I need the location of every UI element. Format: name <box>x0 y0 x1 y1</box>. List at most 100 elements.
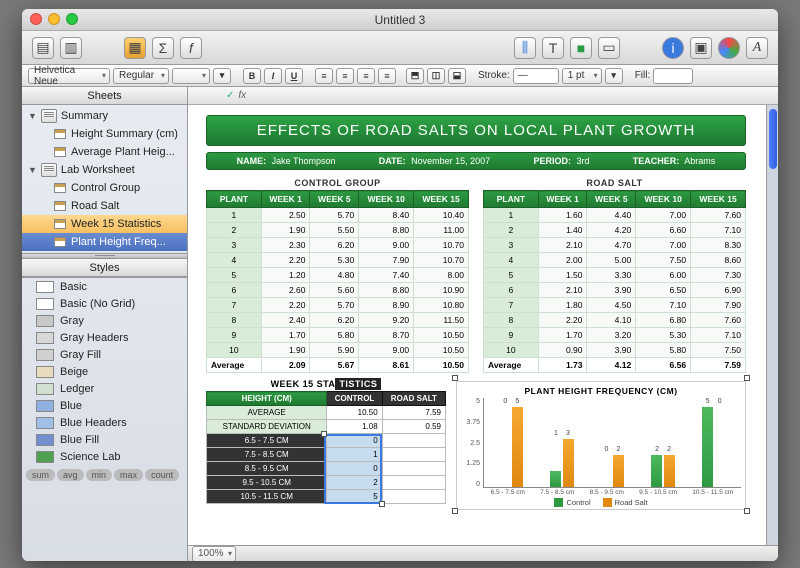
chart-button[interactable]: ⫼ <box>514 37 536 59</box>
sidebar-item[interactable]: Week 15 Statistics <box>22 215 187 233</box>
view-button[interactable]: ▤ <box>32 37 54 59</box>
shape-button[interactable]: ■ <box>570 37 592 59</box>
col-header[interactable]: WEEK 10 <box>359 191 414 208</box>
col-header[interactable]: WEEK 15 <box>691 191 746 208</box>
text-color-button[interactable]: ▾ <box>213 68 231 84</box>
col-header[interactable]: WEEK 1 <box>538 191 587 208</box>
cell[interactable]: 5.80 <box>310 328 359 343</box>
style-item[interactable]: Gray <box>22 312 187 329</box>
cell[interactable]: 6.20 <box>310 313 359 328</box>
cell[interactable]: 9 <box>484 328 539 343</box>
cell[interactable]: 7.50 <box>691 343 746 358</box>
cell[interactable]: 11.50 <box>414 313 469 328</box>
valign-mid-button[interactable]: ◫ <box>427 68 445 84</box>
col-header[interactable]: WEEK 5 <box>587 191 636 208</box>
formula-bar[interactable]: ✓ fx <box>188 87 778 105</box>
style-item[interactable]: Beige <box>22 363 187 380</box>
cell[interactable]: 4 <box>207 253 262 268</box>
cell[interactable]: 3.20 <box>587 328 636 343</box>
control-group-table[interactable]: CONTROL GROUP PLANTWEEK 1WEEK 5WEEK 10WE… <box>206 178 469 373</box>
style-item[interactable]: Science Lab <box>22 448 187 465</box>
valign-top-button[interactable]: ⬒ <box>406 68 424 84</box>
cell[interactable]: 1 <box>484 208 539 223</box>
cell[interactable]: 5.00 <box>587 253 636 268</box>
bold-button[interactable]: B <box>243 68 261 84</box>
style-item[interactable]: Blue Fill <box>22 431 187 448</box>
vertical-scrollbar[interactable] <box>766 105 778 545</box>
cell[interactable]: 1.50 <box>538 268 587 283</box>
cell[interactable]: STANDARD DEVIATION <box>207 420 327 434</box>
cell[interactable]: 9.5 - 10.5 CM <box>207 476 327 490</box>
cell[interactable]: 6 <box>207 283 262 298</box>
sidebar-item[interactable]: Average Plant Heig... <box>22 143 187 161</box>
cell[interactable]: 8.61 <box>359 358 414 373</box>
cell[interactable]: 0 <box>327 462 382 476</box>
cell[interactable]: 7 <box>484 298 539 313</box>
sheet-button[interactable]: ▥ <box>60 37 82 59</box>
textbox-button[interactable]: T <box>542 37 564 59</box>
stroke-color-button[interactable]: ▾ <box>605 68 623 84</box>
cell[interactable]: 8.5 - 9.5 CM <box>207 462 327 476</box>
font-family-select[interactable]: Helvetica Neue <box>28 68 110 84</box>
road-salt-table[interactable]: ROAD SALT PLANTWEEK 1WEEK 5WEEK 10WEEK 1… <box>483 178 746 373</box>
cell[interactable]: 8.70 <box>359 328 414 343</box>
cell[interactable]: 1.70 <box>261 328 310 343</box>
cell[interactable]: 1.90 <box>261 343 310 358</box>
formula-button[interactable]: f <box>180 37 202 59</box>
sidebar-item[interactable]: Plant Height Freq... <box>22 233 187 251</box>
fn-pill[interactable]: min <box>86 469 113 481</box>
font-size-select[interactable] <box>172 68 210 84</box>
cell[interactable]: 8.80 <box>359 283 414 298</box>
cell[interactable]: 9 <box>207 328 262 343</box>
underline-button[interactable]: U <box>285 68 303 84</box>
style-item[interactable]: Blue Headers <box>22 414 187 431</box>
cell[interactable]: 2.20 <box>261 253 310 268</box>
cell[interactable]: 8.80 <box>359 223 414 238</box>
cell[interactable]: 7.5 - 8.5 CM <box>207 448 327 462</box>
cell[interactable]: 2.09 <box>261 358 310 373</box>
cell[interactable]: 4.80 <box>310 268 359 283</box>
bar-roadsalt[interactable] <box>512 407 523 487</box>
cell[interactable]: 4.70 <box>587 238 636 253</box>
media-button[interactable]: ▣ <box>690 37 712 59</box>
cell[interactable]: 7.10 <box>691 223 746 238</box>
cell[interactable]: 6.90 <box>691 283 746 298</box>
style-item[interactable]: Blue <box>22 397 187 414</box>
style-item[interactable]: Basic <box>22 278 187 295</box>
cell[interactable]: 7.59 <box>691 358 746 373</box>
disclosure-arrow-icon[interactable]: ▼ <box>28 111 37 121</box>
cell[interactable]: 1.40 <box>538 223 587 238</box>
sum-button[interactable]: Σ <box>152 37 174 59</box>
cell[interactable]: 2.50 <box>261 208 310 223</box>
cell[interactable] <box>382 490 445 504</box>
cell[interactable]: 4.12 <box>587 358 636 373</box>
sheet-group[interactable]: ▼Lab Worksheet <box>22 161 187 179</box>
zoom-icon[interactable] <box>66 13 78 25</box>
cell[interactable]: 1.08 <box>327 420 382 434</box>
cell[interactable]: 0.59 <box>382 420 445 434</box>
cell[interactable]: 1.73 <box>538 358 587 373</box>
cell[interactable]: 10.70 <box>414 238 469 253</box>
cell[interactable]: 10.80 <box>414 298 469 313</box>
cell[interactable]: 7.30 <box>691 268 746 283</box>
cell[interactable]: 6.5 - 7.5 CM <box>207 434 327 448</box>
cell[interactable]: 5 <box>327 490 382 504</box>
sidebar-item[interactable]: Height Summary (cm) <box>22 125 187 143</box>
cell[interactable]: 5.30 <box>310 253 359 268</box>
cell[interactable]: 10.40 <box>414 208 469 223</box>
cell[interactable]: 7.90 <box>359 253 414 268</box>
cell[interactable]: 1 <box>207 208 262 223</box>
bar-control[interactable] <box>550 471 561 487</box>
cell[interactable] <box>382 448 445 462</box>
cell[interactable]: 0 <box>327 434 382 448</box>
cell[interactable]: 6.56 <box>636 358 691 373</box>
cell[interactable]: 5.30 <box>636 328 691 343</box>
cell[interactable]: 2.20 <box>538 313 587 328</box>
cell[interactable]: 10.5 - 11.5 CM <box>207 490 327 504</box>
cell[interactable]: 5.80 <box>636 343 691 358</box>
selection-handle[interactable] <box>321 431 327 437</box>
cell[interactable]: 1.20 <box>261 268 310 283</box>
style-item[interactable]: Gray Headers <box>22 329 187 346</box>
cell[interactable]: 4.50 <box>587 298 636 313</box>
valign-bot-button[interactable]: ⬓ <box>448 68 466 84</box>
